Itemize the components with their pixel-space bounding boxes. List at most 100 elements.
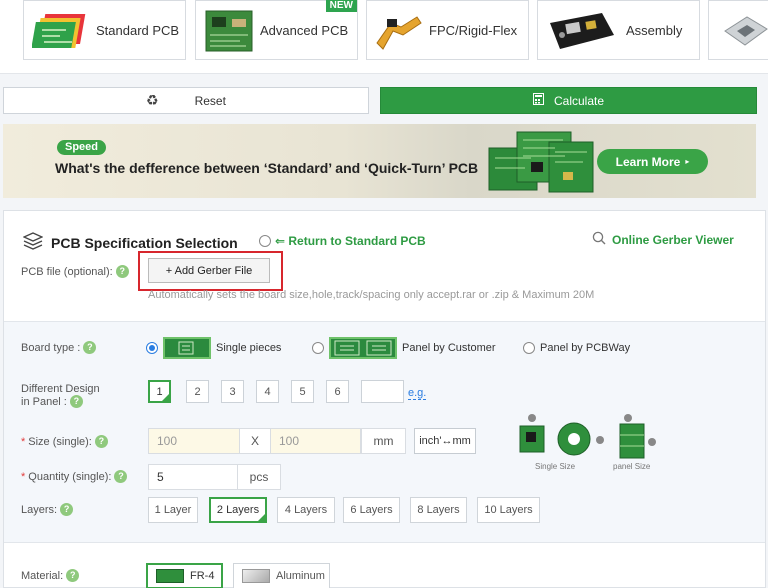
layer-option-10[interactable]: 10 Layers — [477, 497, 540, 523]
size-height-input[interactable]: 100 — [270, 428, 361, 454]
board-type-label: Board type : ? — [21, 341, 97, 354]
search-icon — [592, 231, 606, 248]
stencil-icon — [723, 15, 768, 47]
pcb-stack-icon — [31, 10, 90, 50]
eg-link[interactable]: e.g. — [408, 387, 427, 400]
size-label: * Size (single): ? — [21, 435, 108, 448]
design-count-custom-input[interactable] — [361, 380, 404, 403]
layer-option-2[interactable]: 2 Layers — [209, 497, 267, 523]
material-label-text: Material: — [21, 569, 64, 582]
radio-panel-customer[interactable] — [312, 342, 324, 354]
tab-fpc-rigid-flex[interactable]: FPC/Rigid-Flex — [366, 0, 529, 60]
board-type-single[interactable]: Single pieces — [146, 337, 281, 359]
material-aluminum[interactable]: Aluminum — [233, 563, 330, 588]
tab-assembly[interactable]: Assembly — [537, 0, 700, 60]
radio-single[interactable] — [146, 342, 158, 354]
panel-size-caption: panel Size — [613, 462, 651, 471]
reset-label: Reset — [194, 93, 226, 108]
gerber-viewer-link[interactable]: Online Gerber Viewer — [592, 231, 734, 248]
highlight-box — [138, 251, 283, 291]
quantity-unit: pcs — [238, 464, 281, 490]
required-mark: * — [21, 435, 26, 448]
quantity-label-text: Quantity (single): — [28, 470, 112, 483]
pcb-file-label: PCB file (optional): ? — [21, 265, 129, 278]
design-count-6[interactable]: 6 — [326, 380, 349, 403]
selected-check-icon — [257, 513, 266, 522]
material-label: Material: ? — [21, 569, 80, 582]
design-count-5-label: 5 — [299, 385, 306, 398]
board-type-single-label: Single pieces — [216, 342, 282, 354]
material-aluminum-label: Aluminum — [276, 570, 325, 582]
design-count-3-label: 3 — [229, 385, 236, 398]
design-count-4-label: 4 — [264, 385, 271, 398]
help-icon[interactable]: ? — [83, 341, 97, 354]
radio-panel-pcbway[interactable] — [523, 342, 535, 354]
single-size-caption: Single Size — [535, 462, 576, 471]
pcb-boards-image — [487, 126, 597, 196]
material-fr4-label: FR-4 — [190, 570, 215, 582]
design-count-3[interactable]: 3 — [221, 380, 244, 403]
tab-standard-pcb-label: Standard PCB — [96, 22, 180, 38]
help-icon[interactable]: ? — [94, 435, 108, 448]
section-header: PCB Specification Selection — [22, 232, 238, 253]
layer-option-8[interactable]: 8 Layers — [410, 497, 467, 523]
quantity-input[interactable]: 5 — [148, 464, 238, 490]
assembly-board-icon — [546, 9, 618, 53]
design-count-2[interactable]: 2 — [186, 380, 209, 403]
reset-button[interactable]: ♻ Reset — [3, 87, 369, 114]
panel-board-icon — [329, 337, 397, 359]
tab-standard-pcb[interactable]: Standard PCB — [23, 0, 186, 60]
learn-more-label: Learn More — [615, 154, 681, 169]
flex-pcb-icon — [373, 13, 423, 51]
different-design-line1: Different Design — [21, 383, 100, 395]
board-type-label-text: Board type : — [21, 341, 81, 354]
help-icon[interactable]: ? — [114, 470, 128, 483]
layers-label-text: Layers: — [21, 503, 58, 516]
board-type-panel-customer[interactable]: Panel by Customer — [312, 337, 496, 359]
help-icon[interactable]: ? — [115, 265, 129, 278]
required-mark: * — [21, 470, 26, 483]
product-tab-bar: Standard PCB Advanced PCB NEW FPC/Rigid-… — [0, 0, 768, 74]
help-icon[interactable]: ? — [66, 569, 80, 582]
size-width-input[interactable]: 100 — [148, 428, 240, 454]
selected-check-icon — [161, 393, 170, 402]
design-count-4[interactable]: 4 — [256, 380, 279, 403]
return-standard-label: ⇐ Return to Standard PCB — [275, 234, 426, 248]
promo-banner[interactable]: Speed What's the defference between ‘Sta… — [3, 124, 756, 198]
layer-option-6[interactable]: 6 Layers — [343, 497, 400, 523]
tab-advanced-pcb-label: Advanced PCB — [260, 22, 349, 38]
design-count-5[interactable]: 5 — [291, 380, 314, 403]
quantity-label: * Quantity (single): ? — [21, 470, 128, 483]
board-type-panel-customer-label: Panel by Customer — [402, 342, 496, 354]
board-type-panel-pcbway-label: Panel by PCBWay — [540, 342, 631, 354]
pcb-file-label-text: PCB file (optional): — [21, 265, 113, 278]
unit-toggle-button[interactable]: inch'↔mm — [414, 428, 476, 454]
different-design-line2: in Panel : — [21, 395, 67, 408]
new-badge: NEW — [325, 0, 357, 12]
size-unit: mm — [361, 428, 406, 454]
help-icon[interactable]: ? — [69, 395, 83, 408]
design-count-1[interactable]: 1 — [148, 380, 171, 403]
different-design-label: Different Design in Panel : ? — [21, 383, 100, 408]
return-standard-link[interactable]: ⇐ Return to Standard PCB — [259, 234, 426, 248]
layers-stack-icon — [22, 232, 44, 253]
upload-hint: Automatically sets the board size,hole,t… — [148, 289, 595, 301]
layer-option-2-label: 2 Layers — [216, 504, 260, 516]
material-fr4[interactable]: FR-4 — [146, 563, 223, 588]
layer-option-1[interactable]: 1 Layer — [148, 497, 198, 523]
calculate-button[interactable]: Calculate — [380, 87, 757, 114]
section-title: PCB Specification Selection — [51, 234, 238, 251]
design-count-6-label: 6 — [334, 385, 341, 398]
banner-title: What's the defference between ‘Standard’… — [55, 160, 479, 176]
tab-stencil[interactable] — [708, 0, 768, 60]
size-x-separator: X — [240, 428, 270, 454]
fr4-board-icon — [156, 569, 184, 583]
tab-assembly-label: Assembly — [626, 22, 683, 38]
return-radio[interactable] — [259, 235, 271, 247]
layer-option-4[interactable]: 4 Layers — [277, 497, 335, 523]
aluminum-board-icon — [242, 569, 270, 583]
help-icon[interactable]: ? — [60, 503, 74, 516]
learn-more-button[interactable]: Learn More ▸ — [597, 149, 708, 174]
tab-advanced-pcb[interactable]: Advanced PCB NEW — [195, 0, 358, 60]
board-type-panel-pcbway[interactable]: Panel by PCBWay — [523, 342, 630, 354]
